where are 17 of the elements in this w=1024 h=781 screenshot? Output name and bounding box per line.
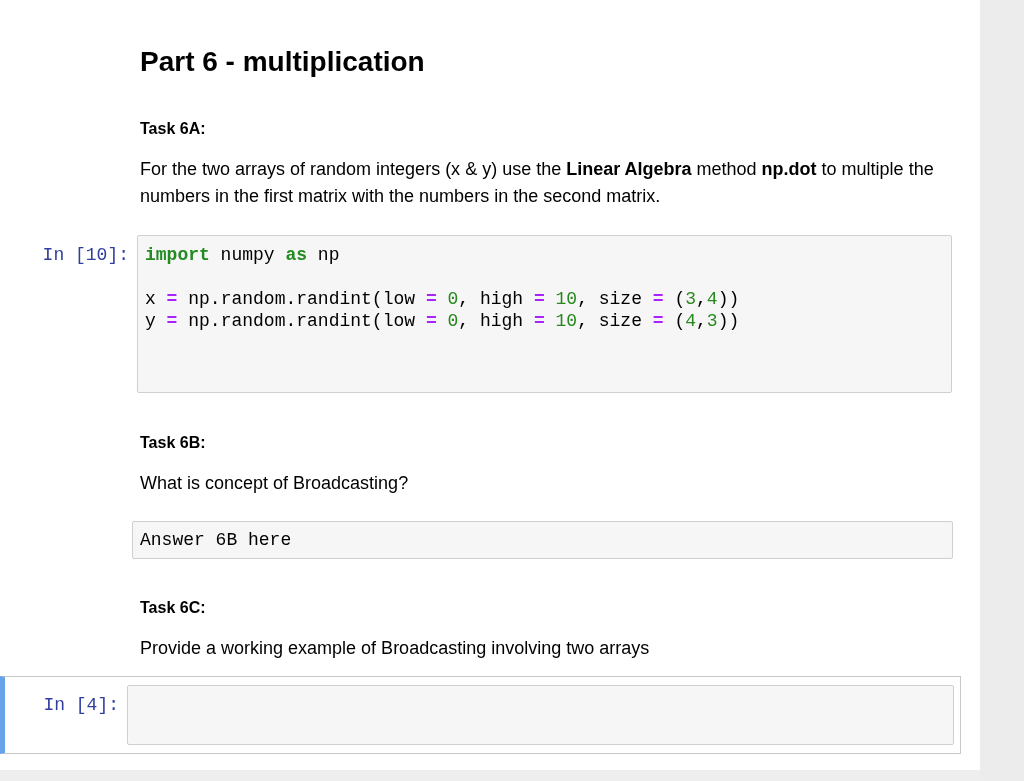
task-description: Provide a working example of Broadcasting involving two arrays (140, 637, 651, 660)
code-line: import numpy as np (145, 244, 341, 266)
task-description: What is concept of Broadcasting? (140, 472, 410, 495)
task-description: For the two arrays of random integers (x & y) use the Linear Algebra method np.dot to multiple the numbers in the first matrix with the numbers in the second matrix. (140, 158, 935, 208)
code-input[interactable] (127, 685, 954, 745)
code-line: x = np.random.randint(low = 0, high = 10, size = (3,4)) (145, 288, 741, 310)
task-title: Task 6A: (140, 119, 207, 139)
answer-box[interactable]: Answer 6B here (132, 521, 953, 559)
task-title: Task 6B: (140, 433, 207, 453)
code-cell[interactable]: In [4]: (0, 676, 961, 754)
code-line: y = np.random.randint(low = 0, high = 10, size = (4,3)) (145, 310, 741, 332)
cell-prompt: In [10]: (41, 244, 130, 266)
code-cell[interactable]: In [10]: import numpy as np x = np.random.randint(low = 0, high = 10, size = (3,4)) y = np.random.randint(low = 0, high = 10, size = (4,3)) (0, 234, 953, 394)
section-heading: Part 6 - multiplication (140, 45, 426, 79)
cell-prompt: In [4]: (42, 694, 120, 716)
task-title: Task 6C: (140, 598, 207, 618)
code-input[interactable]: import numpy as np x = np.random.randint(low = 0, high = 10, size = (3,4)) y = np.random.randint(low = 0, high = 10, size = (4,3)) (137, 235, 952, 393)
